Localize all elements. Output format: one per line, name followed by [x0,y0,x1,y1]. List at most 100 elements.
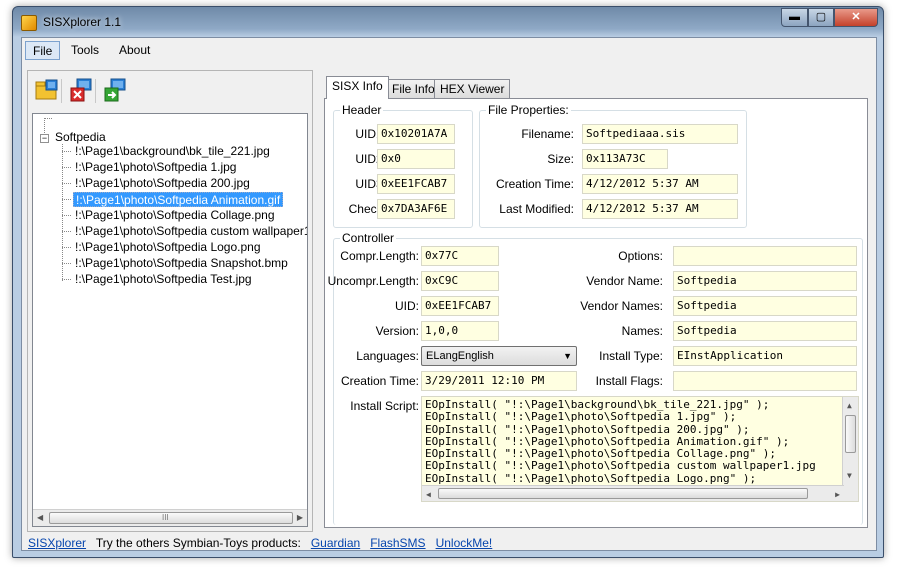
uncompr-length-field[interactable]: 0xC9C [421,271,499,291]
tree-root[interactable]: Softpedia [55,130,106,144]
scroll-up-icon[interactable]: ▲ [847,400,852,412]
size-field[interactable]: 0x113A73C [582,149,668,169]
install-type-field[interactable]: EInstApplication [673,346,857,366]
install-script-textarea[interactable]: EOpInstall( "!:\Page1\background\bk_tile… [421,396,859,502]
status-bar: SISXplorer Try the others Symbian-Toys p… [22,534,876,552]
filename-label: Filename: [521,127,574,141]
tree-connector [62,231,71,232]
tree-connector [62,215,71,216]
right-panel: SISX Info File Info HEX Viewer Header UI… [320,70,870,532]
tree-item[interactable]: !:\Page1\photo\Softpedia 1.jpg [73,160,238,175]
uncompr-length-label: Uncompr.Length: [327,274,419,288]
script-line: EOpInstall( "!:\Page1\photo\Softpedia 1.… [425,410,737,424]
languages-label: Languages: [356,349,419,363]
sisx-info-page: Header UID1: 0x10201A7A UID2: 0x0 UID3: … [324,98,868,528]
uid1-field[interactable]: 0x10201A7A [377,124,455,144]
minimize-button[interactable]: ▬ [781,8,808,27]
tab-file-info[interactable]: File Info [386,79,441,98]
scroll-thumb[interactable]: III [49,512,293,524]
scroll-thumb[interactable] [438,488,808,499]
file-tree[interactable]: − Softpedia !:\Page1\background\bk_tile_… [32,113,308,527]
title-bar[interactable]: SISXplorer 1.1 ▬ ▢ ✕ [13,7,883,37]
file-properties-title: File Properties: [486,103,571,117]
last-modified-field[interactable]: 4/12/2012 5:37 AM [582,199,738,219]
client-area: File Tools About − Softpedia !:\Page1\ba… [21,37,877,551]
filename-field[interactable]: Softpediaaa.sis [582,124,738,144]
tree-connector [62,144,63,281]
scroll-left-icon[interactable]: ◀ [426,489,431,501]
window-title: SISXplorer 1.1 [43,15,122,29]
scroll-right-icon[interactable]: ▶ [835,489,840,501]
creation-time-label: Creation Time: [495,177,574,191]
check-field[interactable]: 0x7DA3AF6E [377,199,455,219]
guardian-link[interactable]: Guardian [311,536,360,550]
scroll-right-icon[interactable]: ▶ [297,513,303,522]
tree-horizontal-scrollbar[interactable]: ◀ III ▶ [33,509,307,526]
version-field[interactable]: 1,0,0 [421,321,499,341]
tree-item[interactable]: !:\Page1\photo\Softpedia Logo.png [73,240,263,255]
maximize-button[interactable]: ▢ [808,8,834,27]
tree-item[interactable]: !:\Page1\photo\Softpedia 200.jpg [73,176,252,191]
options-field[interactable] [673,246,857,266]
install-script-label: Install Script: [350,399,419,413]
menu-file[interactable]: File [25,41,61,60]
compr-length-field[interactable]: 0x77C [421,246,499,266]
vendor-names-field[interactable]: Softpedia [673,296,857,316]
tree-item[interactable]: !:\Page1\background\bk_tile_221.jpg [73,144,272,159]
tab-sisx-info[interactable]: SISX Info [326,76,389,99]
vendor-names-label: Vendor Names: [580,299,663,313]
script-horizontal-scrollbar[interactable]: ◀ ▶ [422,485,844,501]
tree-item[interactable]: !:\Page1\photo\Softpedia Collage.png [73,208,277,223]
header-group-title: Header [340,103,384,117]
languages-dropdown[interactable]: ELangEnglish ▼ [421,346,577,366]
tree-item[interactable]: !:\Page1\photo\Softpedia Animation.gif [73,192,284,207]
names-label: Names: [621,324,663,338]
last-modified-label: Last Modified: [499,202,574,216]
tree-expander[interactable]: − [40,134,49,143]
tree-item[interactable]: !:\Page1\photo\Softpedia Snapshot.bmp [73,256,290,271]
app-window: SISXplorer 1.1 ▬ ▢ ✕ File Tools About − … [12,6,884,558]
menu-about[interactable]: About [112,41,157,60]
flashsms-link[interactable]: FlashSMS [370,536,425,550]
unlockme-link[interactable]: UnlockMe! [436,536,493,550]
script-lines: EOpInstall( "!:\Page1\background\bk_tile… [425,398,855,497]
scroll-grip-icon: III [162,513,169,522]
close-button[interactable]: ✕ [834,8,878,27]
toolbar-separator [61,79,62,103]
sisxplorer-link[interactable]: SISXplorer [28,536,86,550]
tree-connector [62,247,71,248]
size-label: Size: [547,152,574,166]
export-icon[interactable] [102,77,128,103]
tree-connector [62,263,71,264]
uid3-field[interactable]: 0xEE1FCAB7 [377,174,455,194]
app-icon [21,15,37,31]
compr-length-label: Compr.Length: [340,249,419,263]
scroll-left-icon[interactable]: ◀ [37,513,43,522]
tree-item[interactable]: !:\Page1\photo\Softpedia custom wallpape… [73,224,307,239]
delete-icon[interactable] [68,77,94,103]
version-label: Version: [375,324,419,338]
toolbar-separator [95,79,96,103]
controller-creation-time-label: Creation Time: [340,374,419,388]
scroll-thumb[interactable] [845,415,856,453]
creation-time-field[interactable]: 4/12/2012 5:37 AM [582,174,738,194]
scroll-down-icon[interactable]: ▼ [847,470,852,482]
languages-value: ELangEnglish [426,350,494,362]
tree-item[interactable]: !:\Page1\photo\Softpedia Test.jpg [73,272,254,287]
chevron-down-icon: ▼ [563,351,572,361]
vendor-name-field[interactable]: Softpedia [673,271,857,291]
uid2-field[interactable]: 0x0 [377,149,455,169]
controller-group-title: Controller [340,231,397,245]
names-field[interactable]: Softpedia [673,321,857,341]
tab-hex-viewer[interactable]: HEX Viewer [434,79,511,98]
uid-field[interactable]: 0xEE1FCAB7 [421,296,499,316]
install-flags-field[interactable] [673,371,857,391]
left-panel: − Softpedia !:\Page1\background\bk_tile_… [27,70,313,532]
file-properties-group: File Properties: Filename: Softpediaaa.s… [479,103,747,228]
controller-creation-time-field[interactable]: 3/29/2011 12:10 PM [421,371,577,391]
tree-connector [62,151,71,152]
open-folder-icon[interactable] [34,77,60,103]
tree-connector [62,167,71,168]
script-vertical-scrollbar[interactable]: ▲ ▼ [842,397,858,501]
menu-tools[interactable]: Tools [64,41,106,60]
